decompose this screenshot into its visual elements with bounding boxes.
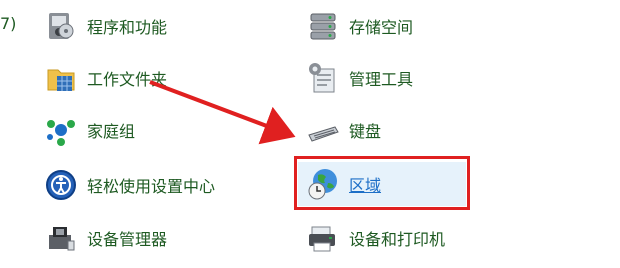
homegroup-icon xyxy=(44,113,78,147)
work-folders-icon xyxy=(44,61,78,95)
region-label: 区域 xyxy=(349,176,382,195)
storage-spaces-icon xyxy=(306,9,340,43)
work-folders-link[interactable]: 工作文件夹 xyxy=(44,56,167,100)
cut-off-text-fragment: 7) xyxy=(0,14,17,33)
devices-printers-icon xyxy=(306,221,340,255)
devices-and-printers-link[interactable]: 设备和打印机 xyxy=(306,216,445,260)
region-link[interactable]: 区域 xyxy=(298,162,466,206)
programs-and-features-label: 程序和功能 xyxy=(87,18,168,37)
devices-and-printers-label: 设备和打印机 xyxy=(349,230,446,249)
programs-and-features-link[interactable]: 程序和功能 xyxy=(44,4,167,48)
device-manager-label: 设备管理器 xyxy=(87,230,168,249)
ease-of-access-center-label: 轻松使用设置中心 xyxy=(87,177,216,196)
admin-tools-icon xyxy=(306,61,340,95)
storage-spaces-label: 存储空间 xyxy=(349,18,414,37)
work-folders-label: 工作文件夹 xyxy=(87,70,168,89)
ease-of-access-center-link[interactable]: 轻松使用设置中心 xyxy=(44,163,215,207)
keyboard-label: 键盘 xyxy=(349,122,382,141)
keyboard-link[interactable]: 键盘 xyxy=(306,108,381,152)
administrative-tools-label: 管理工具 xyxy=(349,70,414,89)
homegroup-label: 家庭组 xyxy=(87,122,136,141)
keyboard-icon xyxy=(306,113,340,147)
region-globe-icon xyxy=(306,167,340,201)
programs-features-icon xyxy=(44,9,78,43)
device-manager-icon xyxy=(44,221,78,255)
homegroup-link[interactable]: 家庭组 xyxy=(44,108,135,152)
administrative-tools-link[interactable]: 管理工具 xyxy=(306,56,413,100)
ease-of-access-icon xyxy=(44,168,78,202)
device-manager-link[interactable]: 设备管理器 xyxy=(44,216,167,260)
storage-spaces-link[interactable]: 存储空间 xyxy=(306,4,413,48)
